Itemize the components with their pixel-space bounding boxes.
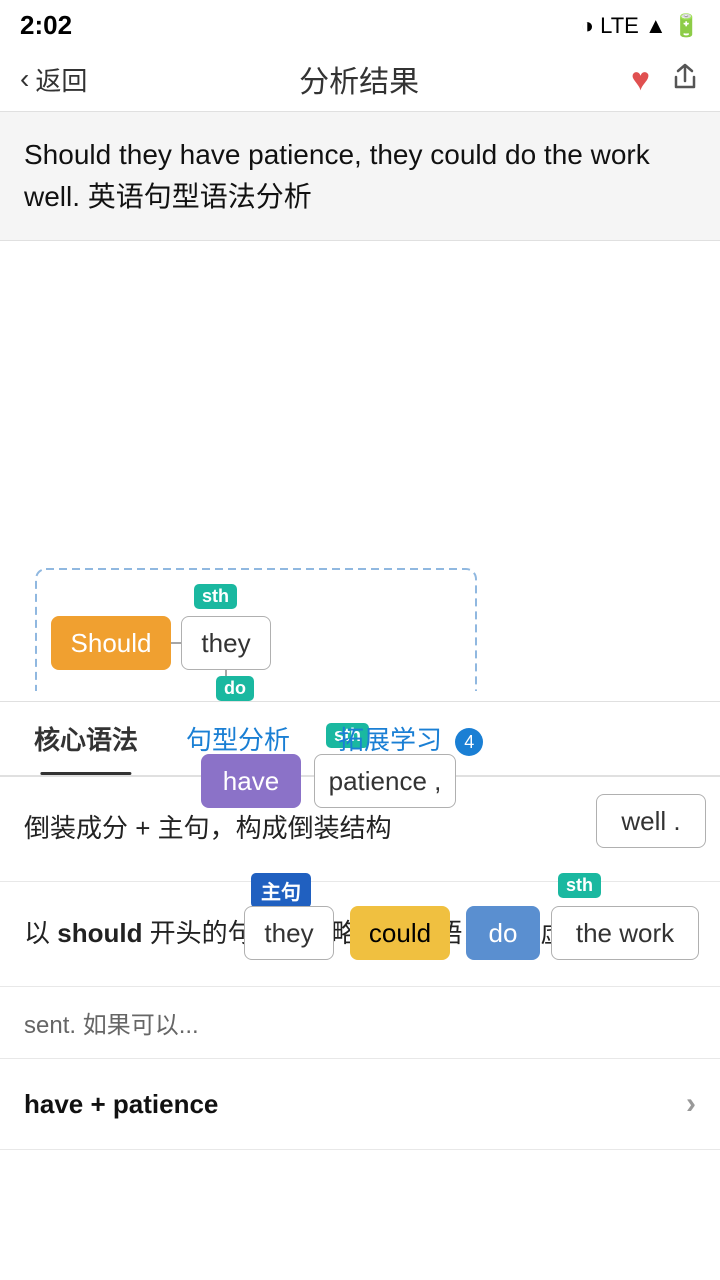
tabs-bar: 核心语法 句型分析 拓展学习 4 (0, 702, 720, 777)
chip-thework: the work (551, 906, 699, 960)
tab-pattern[interactable]: 句型分析 (162, 702, 314, 775)
label-sth-1: sth (194, 584, 237, 609)
label-main-clause: 主句 (251, 873, 311, 908)
back-button[interactable]: ‹ 返回 (20, 61, 87, 98)
nav-title: 分析结果 (299, 57, 419, 101)
signal-icon: ▲ (645, 13, 667, 39)
chevron-right-icon-3 (686, 1087, 696, 1121)
network-label: LTE (600, 13, 639, 39)
tab-expand[interactable]: 拓展学习 4 (314, 702, 507, 775)
battery-icon: 🔋 (673, 13, 700, 39)
chip-they2: they (244, 906, 334, 960)
grammar-text-1: 倒装成分 + 主句，构成倒装结构 (24, 808, 686, 850)
back-label: 返回 (35, 61, 87, 98)
bottom-item[interactable]: have + patience (0, 1059, 720, 1150)
nav-bar: ‹ 返回 分析结果 ♥ (0, 47, 720, 112)
nav-actions: ♥ (631, 61, 700, 98)
chip-well: well . (596, 794, 706, 848)
diagram-container: Should they sth do have sth patience , w… (16, 261, 704, 691)
chip-could: could (350, 906, 450, 960)
label-do: do (216, 676, 254, 701)
sentence-chinese: 英语句型语法分析 (88, 181, 312, 212)
chip-should: Should (51, 616, 171, 670)
sent-item: sent. 如果可以... (0, 987, 720, 1059)
tab-core[interactable]: 核心语法 (10, 702, 162, 775)
heart-icon[interactable]: ♥ (631, 61, 650, 98)
diagram-area: Should they sth do have sth patience , w… (0, 241, 720, 702)
label-sth-3: sth (558, 873, 601, 898)
status-bar: 2:02 ◑ LTE ▲ 🔋 (0, 0, 720, 47)
share-icon[interactable] (670, 61, 700, 98)
chip-do: do (466, 906, 540, 960)
moon-icon: ◑ (581, 13, 594, 39)
sentence-header: Should they have patience, they could do… (0, 112, 720, 241)
chip-they1: they (181, 616, 271, 670)
status-icons: ◑ LTE ▲ 🔋 (581, 13, 700, 39)
tab-expand-badge: 4 (455, 728, 483, 756)
back-icon: ‹ (20, 63, 29, 95)
status-time: 2:02 (20, 10, 72, 41)
